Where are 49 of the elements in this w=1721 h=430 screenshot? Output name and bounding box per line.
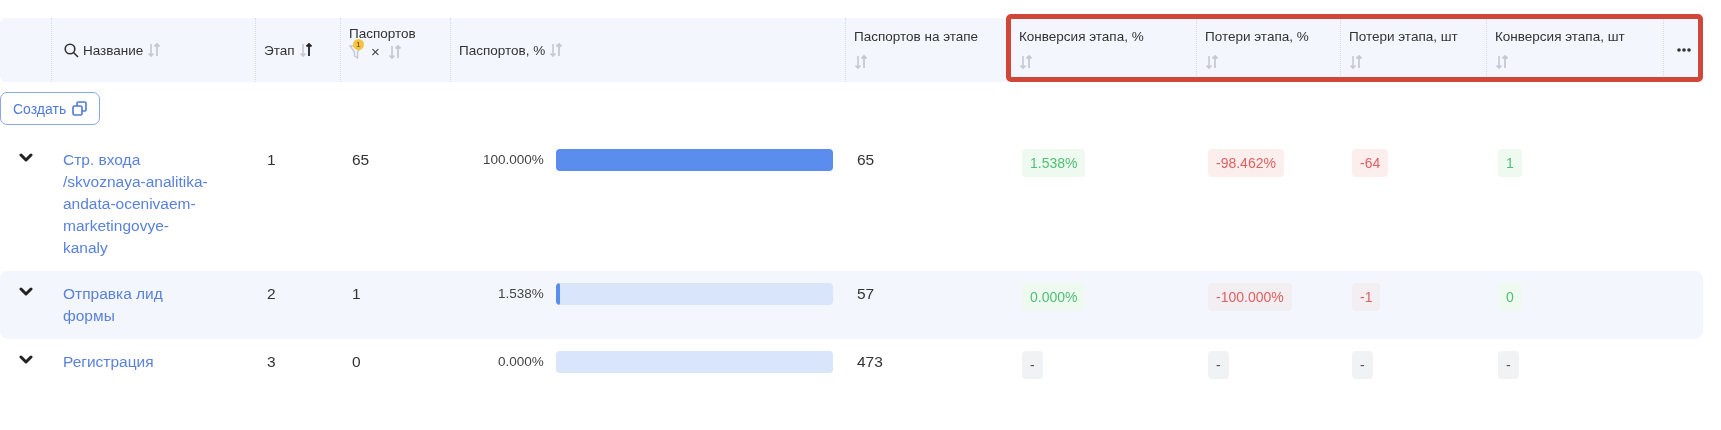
column-header: Паспортов на этапе bbox=[854, 29, 979, 44]
copy-icon bbox=[72, 101, 88, 116]
table-cell: 2 bbox=[267, 285, 276, 302]
chevron-down-icon[interactable] bbox=[18, 355, 33, 364]
percent-text: 0.000% bbox=[497, 353, 544, 371]
more-icon[interactable] bbox=[1676, 48, 1691, 52]
chevron-down-icon[interactable] bbox=[18, 153, 33, 162]
create-button[interactable]: Создать bbox=[0, 92, 101, 125]
table-cell: 3 bbox=[267, 353, 276, 370]
sort-icon[interactable] bbox=[298, 42, 313, 58]
column-header: Название bbox=[83, 42, 144, 58]
table-cell: 65 bbox=[352, 151, 370, 168]
column-header: Этап bbox=[264, 42, 295, 58]
table-cell: 0 bbox=[352, 353, 361, 370]
value-badge: -98.462% bbox=[1208, 149, 1284, 177]
value-badge: -100.000% bbox=[1208, 283, 1292, 311]
value-badge: - bbox=[1022, 351, 1043, 379]
filter-count-badge: 1 bbox=[353, 38, 364, 50]
value-badge: -1 bbox=[1352, 283, 1381, 311]
value-badge: - bbox=[1208, 351, 1229, 379]
table-cell: 65 bbox=[857, 151, 875, 168]
column-header: Конверсия этапа, шт bbox=[1495, 29, 1625, 44]
chevron-down-icon[interactable] bbox=[18, 287, 33, 296]
value-badge: 1 bbox=[1498, 149, 1522, 177]
value-badge: - bbox=[1352, 351, 1373, 379]
column-header: Паспортов, % bbox=[459, 42, 546, 58]
table-row[interactable]: Регистрация 3 0 0.000% 473 - - - - bbox=[0, 339, 1703, 391]
value-badge: - bbox=[1498, 351, 1519, 379]
column-header: Потери этапа, шт bbox=[1349, 29, 1458, 44]
table-cell: 1 bbox=[267, 151, 276, 168]
column-header: Потери этапа, % bbox=[1205, 29, 1309, 44]
stage-name-link[interactable]: Стр. входа /skvoznaya-analitika-andata-ocenivaem-marketingovye-kanaly bbox=[63, 149, 211, 259]
stage-name-link[interactable]: Регистрация bbox=[63, 351, 211, 373]
value-badge: 0.000% bbox=[1022, 283, 1086, 311]
table-cell: 57 bbox=[857, 285, 875, 302]
clear-filter-button[interactable]: × bbox=[371, 43, 380, 60]
column-header: Паспортов bbox=[349, 26, 416, 41]
value-badge: 1.538% bbox=[1022, 149, 1086, 177]
column-header: Конверсия этапа, % bbox=[1019, 29, 1144, 44]
table-row[interactable]: Стр. входа /skvoznaya-analitika-andata-ocenivaem-marketingovye-kanaly 1 65 100.000% 65 1.538% -98.462% -64 1 bbox=[0, 137, 1703, 271]
percent-text: 1.538% bbox=[497, 285, 544, 303]
stage-name-link[interactable]: Отправка лид формы bbox=[63, 283, 211, 327]
value-badge: 0 bbox=[1498, 283, 1522, 311]
search-icon[interactable] bbox=[64, 42, 79, 58]
value-badge: -64 bbox=[1352, 149, 1389, 177]
table-row[interactable]: Отправка лид формы 2 1 1.538% 57 0.000% -100.000% -1 0 bbox=[0, 271, 1703, 339]
table-cell: 473 bbox=[857, 353, 883, 370]
table-cell: 1 bbox=[352, 285, 361, 302]
percent-text: 100.000% bbox=[482, 151, 544, 169]
